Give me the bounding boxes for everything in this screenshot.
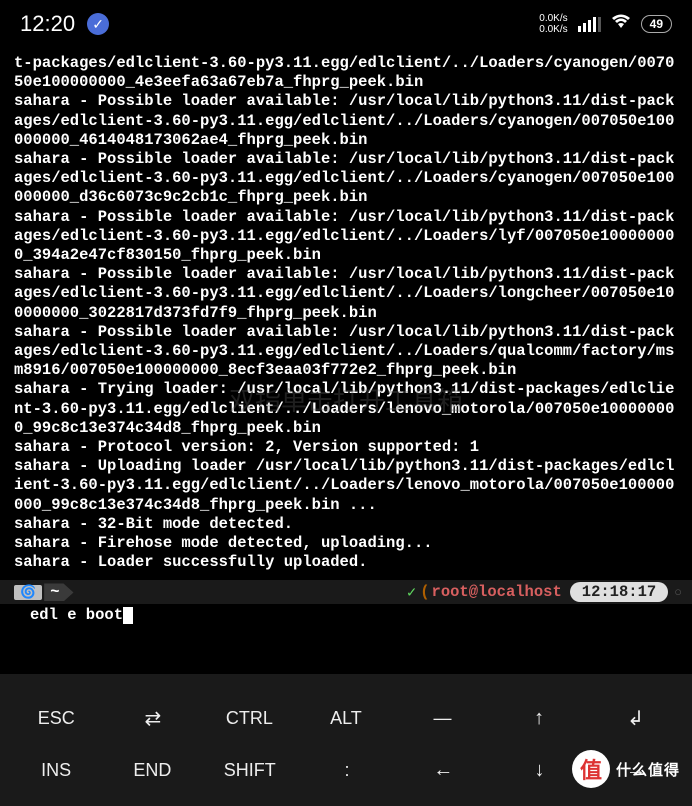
terminal-output[interactable]: t-packages/edlclient-3.60-py3.11.egg/edl… — [0, 48, 692, 578]
key-ins[interactable]: INS — [31, 760, 81, 781]
speed-up: 0.0K/s — [539, 24, 567, 35]
os-icon: 🌀 — [14, 585, 42, 600]
key-colon[interactable]: : — [322, 760, 372, 781]
watermark-badge: 值 什么值得 — [572, 750, 680, 788]
key-left[interactable]: ← — [418, 759, 468, 782]
cursor — [123, 607, 133, 624]
speed-down: 0.0K/s — [539, 13, 567, 24]
prompt-time: 12:18:17 — [570, 582, 668, 602]
terminal-input[interactable]: edl e boot — [0, 604, 692, 630]
watermark-icon: 值 — [572, 750, 610, 788]
key-end[interactable]: END — [127, 760, 177, 781]
prompt-path: ~ — [44, 583, 73, 601]
prompt-user: root@localhost — [432, 583, 562, 601]
wifi-icon — [611, 14, 631, 35]
keyboard-row-1: ESC ⇄ CTRL ALT — ↑ ↲ — [0, 692, 692, 745]
watermark-text: 什么值得 — [616, 759, 680, 780]
signal-icon — [578, 16, 601, 32]
key-dash[interactable]: — — [418, 708, 468, 729]
status-time: 12:20 — [20, 11, 75, 37]
input-text: edl e boot — [30, 606, 123, 624]
network-speed: 0.0K/s 0.0K/s — [539, 13, 567, 35]
key-down[interactable]: ↓ — [515, 759, 565, 782]
key-enter[interactable]: ↲ — [611, 706, 661, 731]
key-esc[interactable]: ESC — [31, 708, 81, 729]
clock-icon: ○ — [674, 585, 682, 600]
key-up[interactable]: ↑ — [514, 707, 564, 730]
key-alt[interactable]: ALT — [321, 708, 371, 729]
check-icon: ✓ — [87, 13, 109, 35]
prompt-line: 🌀 ~ ✓ ( root@localhost 12:18:17 ○ — [0, 580, 692, 604]
battery-level: 49 — [641, 15, 672, 33]
status-left: 12:20 ✓ — [20, 11, 109, 37]
paren-open: ( — [420, 583, 429, 601]
key-tab[interactable]: ⇄ — [128, 706, 178, 731]
key-shift[interactable]: SHIFT — [224, 760, 276, 781]
status-bar: 12:20 ✓ 0.0K/s 0.0K/s 49 — [0, 0, 692, 48]
key-ctrl[interactable]: CTRL — [224, 708, 274, 729]
status-check-icon: ✓ — [407, 583, 416, 602]
status-right: 0.0K/s 0.0K/s 49 — [539, 13, 672, 35]
